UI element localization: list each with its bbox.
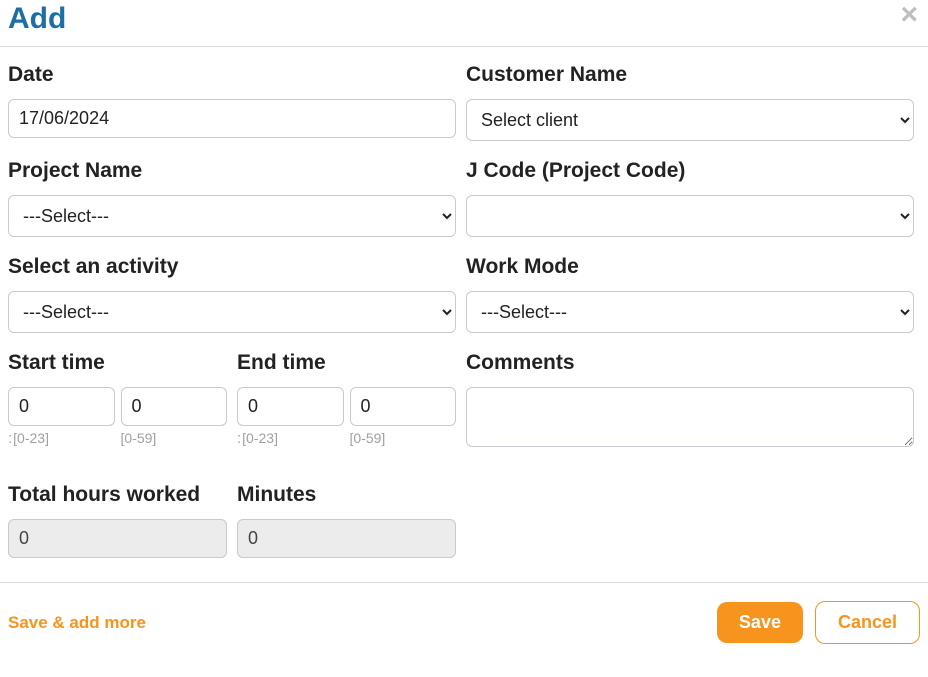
cancel-button[interactable]: Cancel	[815, 601, 920, 644]
date-label: Date	[8, 63, 456, 87]
comments-label: Comments	[466, 351, 914, 375]
total-hours-label: Total hours worked	[8, 483, 227, 507]
add-dialog: Add × Date Customer Name Select client P…	[0, 0, 928, 652]
total-hours-output	[8, 519, 227, 558]
start-minute-input[interactable]	[121, 387, 228, 426]
total-minutes-output	[237, 519, 456, 558]
total-minutes-label: Minutes	[237, 483, 456, 507]
end-minute-hint: [0-59]	[350, 430, 457, 446]
customer-label: Customer Name	[466, 63, 914, 87]
save-and-add-more-button[interactable]: Save & add more	[8, 613, 146, 633]
end-hour-hint: :[0-23]	[237, 430, 344, 447]
start-time-label: Start time	[8, 351, 227, 375]
activity-select[interactable]: ---Select---	[8, 291, 456, 333]
end-time-label: End time	[237, 351, 456, 375]
dialog-footer: Save & add more Save Cancel	[0, 582, 928, 652]
jcode-select[interactable]	[466, 195, 914, 237]
dialog-header: Add ×	[0, 0, 928, 47]
project-label: Project Name	[8, 159, 456, 183]
project-select[interactable]: ---Select---	[8, 195, 456, 237]
start-hour-hint: :[0-23]	[8, 430, 115, 447]
activity-label: Select an activity	[8, 255, 456, 279]
customer-select[interactable]: Select client	[466, 99, 914, 141]
dialog-title: Add	[8, 2, 920, 36]
start-hour-input[interactable]	[8, 387, 115, 426]
close-button[interactable]: ×	[900, 0, 918, 30]
save-button[interactable]: Save	[717, 602, 803, 643]
jcode-label: J Code (Project Code)	[466, 159, 914, 183]
date-input[interactable]	[8, 99, 456, 138]
workmode-label: Work Mode	[466, 255, 914, 279]
workmode-select[interactable]: ---Select---	[466, 291, 914, 333]
end-hour-input[interactable]	[237, 387, 344, 426]
start-minute-hint: [0-59]	[121, 430, 228, 446]
end-minute-input[interactable]	[350, 387, 457, 426]
comments-textarea[interactable]	[466, 387, 914, 447]
dialog-body: Date Customer Name Select client Project…	[0, 47, 928, 582]
